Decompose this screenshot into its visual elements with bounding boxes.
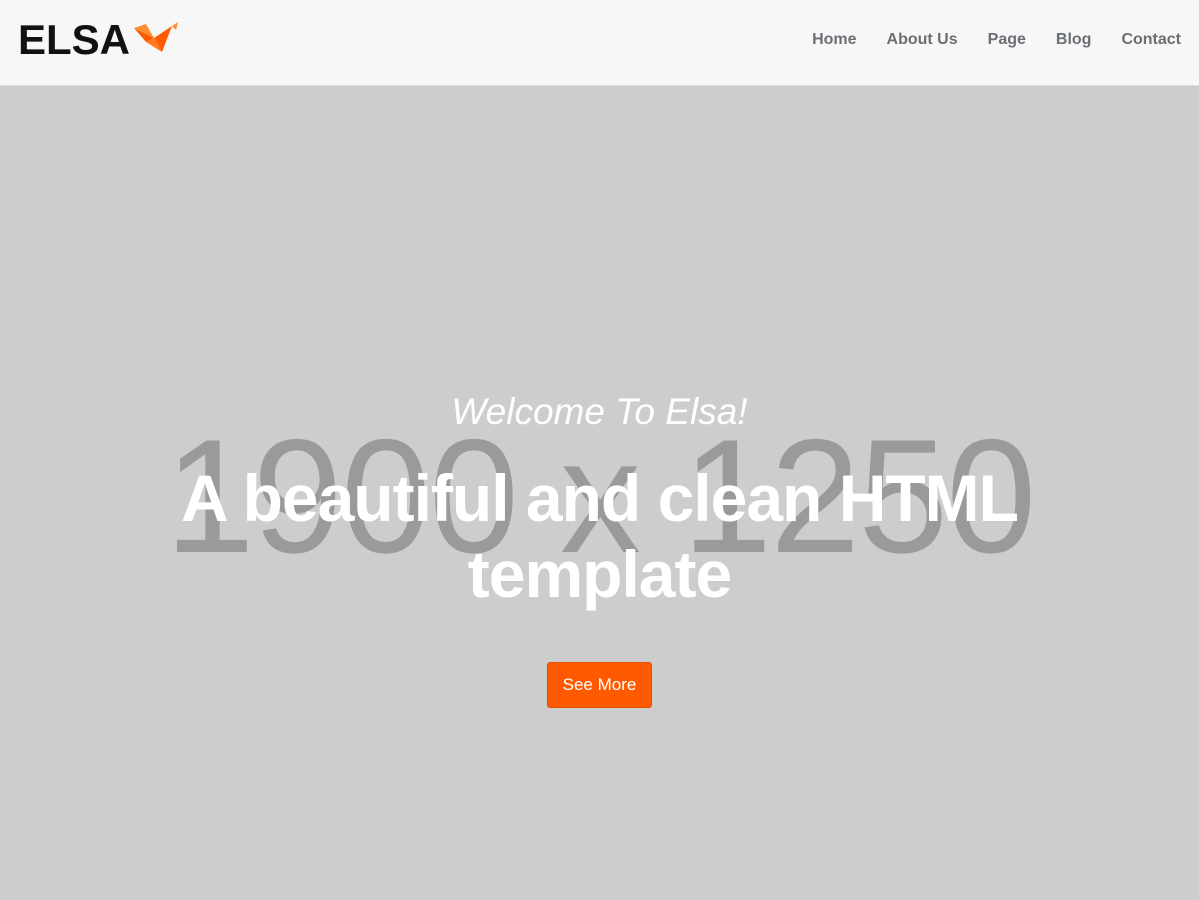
origami-bird-icon — [134, 22, 179, 52]
site-logo[interactable]: ELSA — [18, 18, 180, 62]
hero-title: A beautiful and clean HTML template — [181, 461, 1019, 611]
main-nav: Home About Us Page Blog Contact — [782, 28, 1181, 52]
see-more-button[interactable]: See More — [547, 662, 652, 708]
nav-item-page[interactable]: Page — [988, 28, 1026, 52]
nav-item-about-us[interactable]: About Us — [887, 28, 958, 52]
site-header: ELSA Home About Us Page Blog Contact — [0, 0, 1199, 86]
hero-subtitle: Welcome To Elsa! — [451, 391, 748, 432]
logo-text: ELSA — [18, 16, 131, 63]
nav-item-blog[interactable]: Blog — [1056, 28, 1092, 52]
hero-section: 1900 x 1250 Welcome To Elsa! A beautiful… — [0, 87, 1199, 900]
nav-item-contact[interactable]: Contact — [1121, 28, 1181, 52]
nav-item-home[interactable]: Home — [812, 28, 856, 52]
